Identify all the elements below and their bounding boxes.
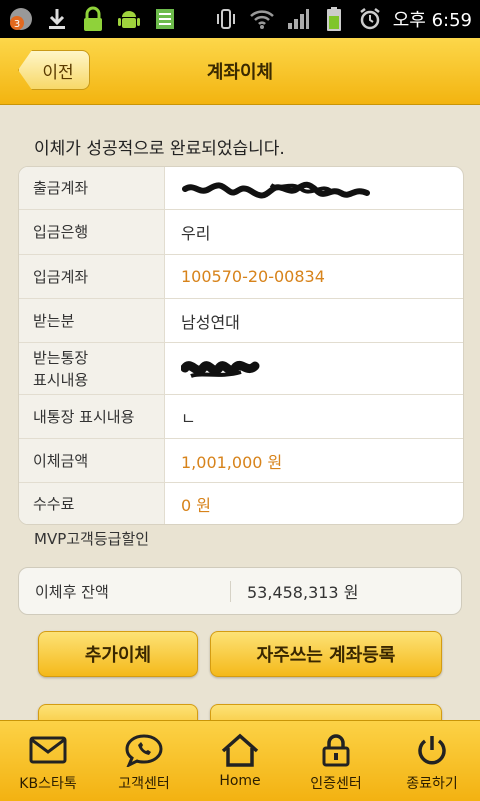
tab-certificate-center[interactable]: 인증센터	[288, 721, 384, 801]
chat-icon	[124, 733, 164, 767]
table-row: 수수료 0 원	[19, 483, 463, 524]
row-value: ㄴ	[181, 408, 196, 428]
tab-customer-center[interactable]: 고객센터	[96, 721, 192, 801]
add-transfer-button[interactable]: 추가이체	[38, 631, 198, 677]
android-icon	[116, 6, 142, 32]
row-value: 우리	[181, 224, 211, 243]
redacted-value	[165, 343, 463, 394]
table-row: 입금계좌 100570-20-00834	[19, 255, 463, 299]
status-clock: 오후 6:59	[392, 10, 472, 31]
table-row: 이체금액 1,001,000 원	[19, 439, 463, 483]
alarm-icon	[357, 6, 383, 32]
row-label: 이체금액	[19, 439, 165, 482]
power-icon	[415, 733, 449, 767]
notification-icon: 3	[8, 6, 34, 32]
tab-label: 종료하기	[406, 776, 458, 792]
register-frequent-account-button[interactable]: 자주쓰는 계좌등록	[210, 631, 442, 677]
table-row: 받는통장 표시내용	[19, 343, 463, 395]
transfer-details-table: 출금계좌 입금은행 우리 입금계좌 100570-20-00834 받는분 남성…	[18, 166, 464, 525]
row-label: 내통장 표시내용	[19, 395, 165, 438]
lock-icon	[80, 6, 106, 32]
balance-box: 이체후 잔액 53,458,313 원	[18, 567, 462, 615]
tab-label: 고객센터	[118, 776, 170, 792]
table-row: 받는분 남성연대	[19, 299, 463, 343]
row-value: 0 원	[181, 495, 211, 515]
tab-label: Home	[219, 773, 261, 789]
battery-icon	[321, 6, 347, 32]
mvp-discount-label: MVP고객등급할인	[34, 530, 150, 548]
table-row: 출금계좌	[19, 167, 463, 210]
redacted-value	[165, 167, 463, 209]
tab-kb-startalk[interactable]: KB스타톡	[0, 721, 96, 801]
balance-label: 이체후 잔액	[19, 580, 231, 602]
row-value: 100570-20-00834	[181, 267, 325, 286]
row-label: 출금계좌	[19, 167, 165, 209]
table-row: 내통장 표시내용 ㄴ	[19, 395, 463, 439]
row-label: 받는분	[19, 299, 165, 342]
status-bar: 3 오후 6:59	[0, 0, 480, 38]
row-label: 받는통장 표시내용	[19, 343, 165, 394]
mail-icon	[29, 733, 67, 767]
home-icon	[220, 733, 260, 767]
signal-icon	[285, 6, 311, 32]
bottom-tab-bar: KB스타톡 고객센터 Home 인증센터 종료하기	[0, 720, 480, 801]
page-title: 계좌이체	[206, 62, 274, 83]
lock-icon	[320, 733, 352, 767]
row-value: 남성연대	[181, 312, 240, 332]
row-label: 입금은행	[19, 210, 165, 254]
row-label: 입금계좌	[19, 255, 165, 298]
row-label: 수수료	[19, 483, 165, 524]
header: 이전 계좌이체	[0, 38, 480, 105]
vibrate-icon	[213, 6, 239, 32]
table-row: 입금은행 우리	[19, 210, 463, 255]
balance-value: 53,458,313 원	[247, 583, 359, 602]
tab-label: KB스타톡	[19, 776, 77, 792]
tab-exit[interactable]: 종료하기	[384, 721, 480, 801]
success-message: 이체가 성공적으로 완료되었습니다.	[34, 139, 285, 159]
tab-home[interactable]: Home	[192, 721, 288, 801]
wifi-icon	[249, 6, 275, 32]
download-icon	[44, 6, 70, 32]
sim-icon	[152, 6, 178, 32]
transfer-result: 이체가 성공적으로 완료되었습니다. 출금계좌 입금은행 우리 입금계좌 100…	[0, 104, 480, 744]
tab-label: 인증센터	[310, 776, 362, 792]
row-value: 1,001,000 원	[181, 452, 283, 472]
notification-badge: 3	[14, 19, 20, 30]
